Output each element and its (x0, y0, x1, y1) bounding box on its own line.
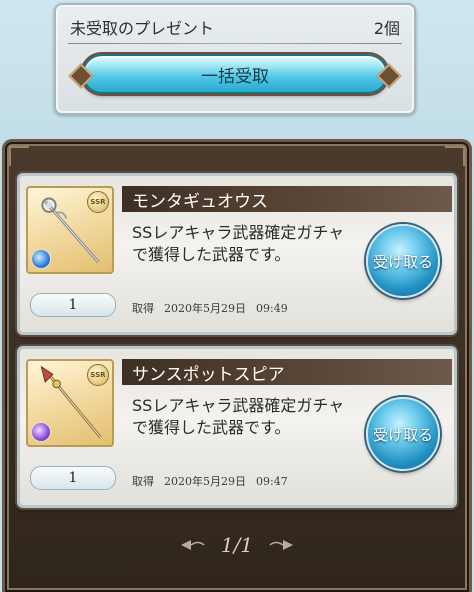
acquired-label: 取得 (132, 302, 154, 315)
page-indicator: 1/1 (220, 533, 254, 557)
acquired-date: 2020年5月29日 (164, 475, 246, 488)
acquired-info: 取得 2020年5月29日 09:49 (132, 300, 298, 316)
quantity-display: 1 (30, 466, 116, 490)
frame-corner-ornament (445, 146, 465, 166)
previous-page-arrow-icon[interactable] (179, 539, 205, 551)
receive-button[interactable]: 受け取る (366, 397, 440, 471)
item-thumbnail[interactable]: SSR (26, 186, 114, 274)
item-name: サンスポットスピア (132, 364, 285, 385)
acquired-date: 2020年5月29日 (164, 302, 246, 315)
receive-button[interactable]: 受け取る (366, 224, 440, 298)
receive-label: 受け取る (372, 252, 433, 271)
acquired-label: 取得 (132, 475, 154, 488)
acquired-time: 09:47 (256, 475, 288, 488)
quantity-display: 1 (30, 293, 116, 317)
acquired-time: 09:49 (256, 302, 288, 315)
dark-element-icon (31, 422, 51, 442)
item-description: SSレアキャラ武器確定ガチャで獲得した武器です。 (132, 396, 345, 437)
present-header-panel: 未受取のプレゼント 2個 一括受取 (54, 3, 416, 115)
button-ornament-left (68, 63, 94, 89)
acquired-info: 取得 2020年5月29日 09:47 (132, 473, 298, 489)
frame-corner-ornament (9, 146, 29, 166)
present-card: SSR サンスポットスピア SSレアキャラ武器確定ガチャで獲得した武器です。 受… (17, 346, 457, 508)
receive-all-label: 一括受取 (201, 66, 269, 87)
receive-label: 受け取る (372, 425, 433, 444)
item-thumbnail[interactable]: SSR (26, 359, 114, 447)
button-ornament-right (376, 63, 402, 89)
present-card: SSR モンタギュオウス SSレアキャラ武器確定ガチャで獲得した武器です。 受け… (17, 173, 457, 335)
item-description: SSレアキャラ武器確定ガチャで獲得した武器です。 (132, 223, 345, 264)
receive-all-button[interactable]: 一括受取 (68, 54, 402, 94)
item-name-bar: モンタギュオウス (122, 186, 452, 212)
item-name-bar: サンスポットスピア (122, 359, 452, 385)
header-divider (68, 43, 402, 44)
rarity-badge: SSR (87, 364, 109, 386)
next-page-arrow-icon[interactable] (269, 539, 295, 551)
item-name: モンタギュオウス (132, 191, 268, 212)
rarity-badge: SSR (87, 191, 109, 213)
header-title: 未受取のプレゼント (70, 19, 215, 38)
water-element-icon (31, 249, 51, 269)
pagination: 1/1 (0, 533, 474, 557)
present-count: 2個 (373, 19, 400, 38)
